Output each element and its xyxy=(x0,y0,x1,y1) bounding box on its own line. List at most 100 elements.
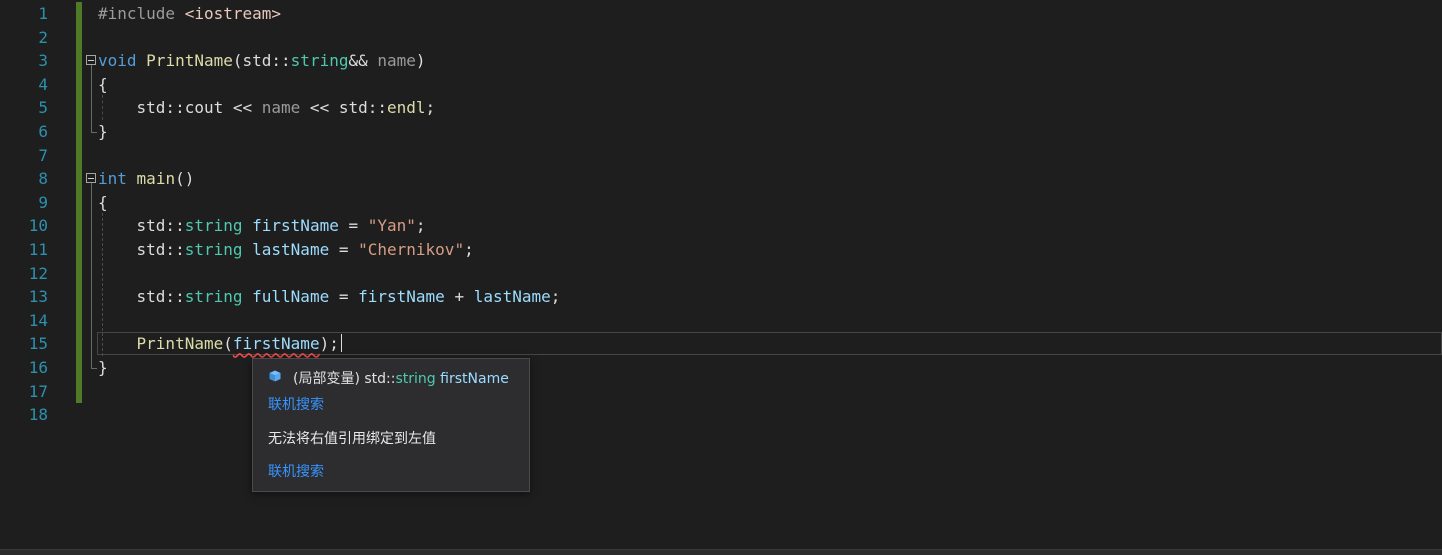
change-indicator xyxy=(76,25,82,50)
code-line[interactable]: 6} xyxy=(0,119,1442,144)
code-token: "Chernikov" xyxy=(358,239,465,259)
collapse-icon[interactable] xyxy=(86,55,96,66)
code-line[interactable]: 1 #include <iostream> xyxy=(0,2,1442,26)
change-indicator xyxy=(76,332,82,356)
code-token: { xyxy=(98,74,108,94)
change-indicator xyxy=(76,143,82,168)
code-token: std:: xyxy=(98,239,185,259)
change-indicator xyxy=(76,285,82,309)
quick-info-tooltip: (局部变量) std::string firstName 联机搜索 无法将右值引… xyxy=(252,358,530,492)
fold-guide-end xyxy=(91,132,97,133)
code-line[interactable]: 9{ xyxy=(0,190,1442,215)
fold-guide-end xyxy=(91,368,97,369)
code-token: { xyxy=(98,192,108,212)
change-indicator xyxy=(76,190,82,215)
code-editor[interactable]: 1 #include <iostream> 2 3 void PrintName(std… xyxy=(0,0,1442,555)
error-message: 无法将右值引用绑定到左值 xyxy=(268,431,436,447)
line-number: 12 xyxy=(28,263,48,283)
code-token: ; xyxy=(415,216,426,236)
change-indicator xyxy=(76,2,82,26)
code-token: void xyxy=(98,51,137,71)
code-text: } xyxy=(98,356,108,380)
code-token: main xyxy=(136,169,176,189)
code-line[interactable]: 16} xyxy=(0,355,1442,380)
line-number: 1 xyxy=(38,4,48,23)
fold-guide xyxy=(91,65,92,132)
line-number: 11 xyxy=(28,239,48,259)
code-text: } xyxy=(98,120,108,144)
change-indicator xyxy=(76,49,82,73)
collapse-icon[interactable] xyxy=(86,173,96,184)
code-token: fullName xyxy=(252,287,330,307)
code-line[interactable]: 10 std::string firstName = "Yan"; xyxy=(0,214,1442,238)
code-line[interactable]: 4{ xyxy=(0,72,1442,97)
change-indicator xyxy=(76,119,82,144)
text-caret xyxy=(340,334,342,353)
change-indicator xyxy=(76,379,82,404)
code-token: = xyxy=(329,239,359,259)
code-line[interactable]: 15 PrintName(firstName); xyxy=(0,332,1442,356)
code-token: name xyxy=(261,98,301,118)
code-line[interactable]: 11 std::string lastName = "Chernikov"; xyxy=(0,237,1442,262)
symbol-type: string xyxy=(395,371,436,387)
code-lines[interactable]: 1 #include <iostream> 2 3 void PrintName(std… xyxy=(0,2,1442,427)
code-token: lastName xyxy=(252,239,330,259)
line-number: 2 xyxy=(38,27,48,47)
line-number: 10 xyxy=(28,216,48,236)
line-number: 4 xyxy=(38,74,48,94)
code-token: << std:: xyxy=(300,98,387,118)
code-line[interactable]: 7 xyxy=(0,143,1442,168)
code-line[interactable]: 8 int main() xyxy=(0,167,1442,191)
code-line[interactable]: 2 xyxy=(0,25,1442,50)
code-text: { xyxy=(98,73,108,97)
line-number: 6 xyxy=(38,121,48,141)
line-number: 14 xyxy=(28,310,48,330)
code-token: std:: xyxy=(98,287,185,307)
code-token: firstName xyxy=(358,287,445,307)
fold-guide xyxy=(91,183,92,368)
code-token: string xyxy=(184,216,243,236)
line-number: 9 xyxy=(38,192,48,212)
search-online-link-error[interactable]: 联机搜索 xyxy=(268,461,324,481)
code-text: int main() xyxy=(98,167,194,191)
change-indicator xyxy=(76,167,82,191)
code-token: ( xyxy=(223,334,233,354)
line-number: 17 xyxy=(28,381,48,401)
code-text: { xyxy=(98,191,108,215)
code-line[interactable]: 5 std::cout << name << std::endl; xyxy=(0,96,1442,120)
indent-guide xyxy=(102,94,103,121)
change-indicator xyxy=(76,96,82,120)
code-text: PrintName(firstName); xyxy=(98,332,342,356)
code-line[interactable]: 3 void PrintName(std::string&& name) xyxy=(0,49,1442,73)
code-token: ) xyxy=(415,51,426,71)
code-token: std::cout << xyxy=(98,98,262,118)
code-token: string xyxy=(290,51,349,71)
code-line[interactable]: 14 xyxy=(0,308,1442,333)
code-token: PrintName xyxy=(146,51,233,71)
line-number: 15 xyxy=(28,334,48,354)
code-token: = xyxy=(329,287,359,307)
code-token: string xyxy=(184,239,243,259)
code-text: std::string lastName = "Chernikov"; xyxy=(98,238,474,262)
search-online-link[interactable]: 联机搜索 xyxy=(268,394,324,414)
code-token: (std:: xyxy=(232,51,291,71)
code-token: string xyxy=(184,287,243,307)
line-number: 13 xyxy=(28,287,48,307)
code-text: std::string firstName = "Yan"; xyxy=(98,214,426,238)
code-token: ; xyxy=(425,98,436,118)
line-number: 8 xyxy=(38,169,48,189)
code-line[interactable]: 12 xyxy=(0,261,1442,286)
code-token: () xyxy=(175,169,195,189)
error-token: firstName xyxy=(232,334,320,354)
local-variable-cube-icon xyxy=(269,370,281,382)
code-token: } xyxy=(98,121,108,141)
code-line[interactable]: 18 xyxy=(0,403,1442,427)
code-token: } xyxy=(98,357,108,377)
code-line[interactable]: 17 xyxy=(0,379,1442,404)
change-indicator xyxy=(76,72,82,97)
code-line[interactable]: 13 std::string fullName = firstName + la… xyxy=(0,285,1442,309)
change-indicator xyxy=(76,308,82,333)
code-text: #include <iostream> xyxy=(98,2,281,26)
